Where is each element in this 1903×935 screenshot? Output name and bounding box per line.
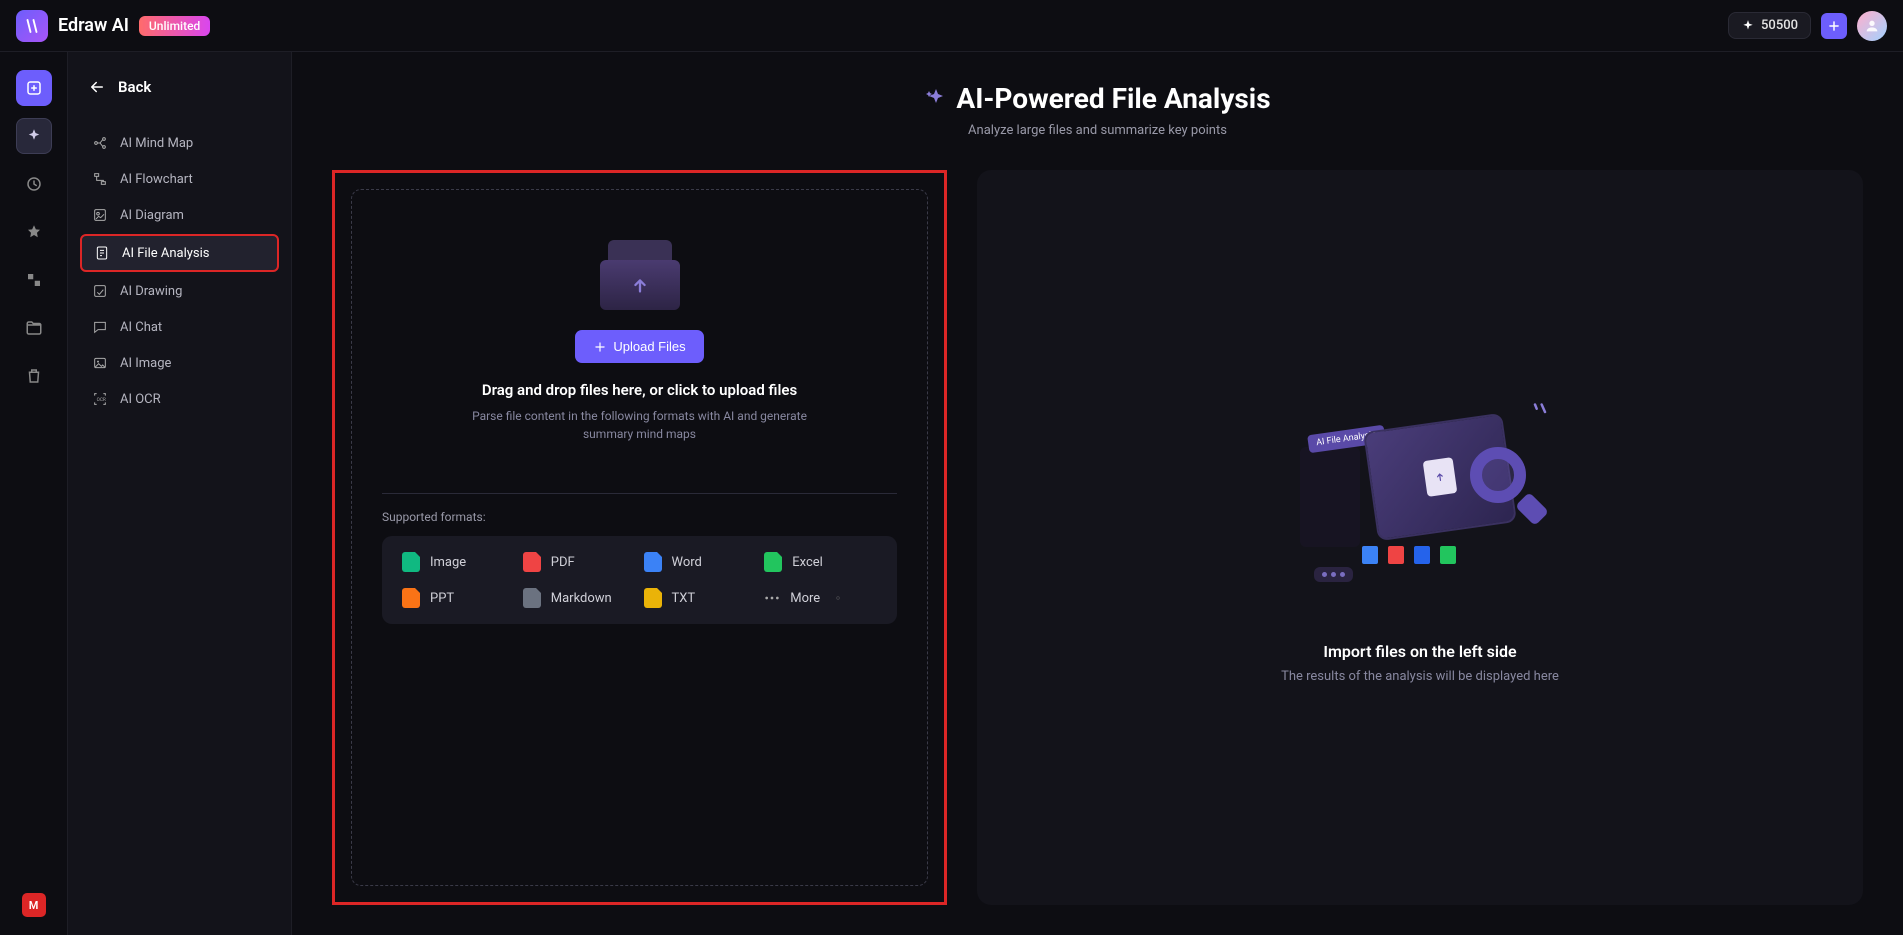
back-label: Back xyxy=(118,78,151,96)
rail-shapes[interactable] xyxy=(16,262,52,298)
plus-icon xyxy=(1827,19,1841,33)
mindmap-icon xyxy=(92,135,108,151)
upload-button-label: Upload Files xyxy=(613,339,685,354)
shapes-icon xyxy=(25,271,43,289)
format-ppt: PPT xyxy=(402,588,515,608)
sparkle-icon xyxy=(924,87,948,111)
divider xyxy=(382,493,897,494)
image-icon xyxy=(92,355,108,371)
pdf-file-icon xyxy=(523,552,541,572)
sidebar-item-chat[interactable]: AI Chat xyxy=(80,310,279,344)
sidebar-item-mindmap[interactable]: AI Mind Map xyxy=(80,126,279,160)
flowchart-icon xyxy=(92,171,108,187)
drop-description: Parse file content in the following form… xyxy=(450,407,830,443)
rail-ai[interactable] xyxy=(16,118,52,154)
more-icon xyxy=(764,596,780,600)
rail-recent[interactable] xyxy=(16,166,52,202)
ppt-file-icon xyxy=(402,588,420,608)
word-file-icon xyxy=(644,552,662,572)
trash-icon xyxy=(25,367,43,385)
app-logo[interactable] xyxy=(16,10,48,42)
rail-bottom-badge[interactable]: M xyxy=(22,893,46,917)
drop-title: Drag and drop files here, or click to up… xyxy=(482,381,797,399)
topbar-right: 50500 xyxy=(1728,11,1887,41)
folder-illustration xyxy=(600,240,680,310)
sidebar-item-label: AI Flowchart xyxy=(120,172,193,187)
plan-badge: Unlimited xyxy=(139,16,210,36)
star-icon xyxy=(25,223,43,241)
plus-icon xyxy=(593,340,607,354)
sidebar: Back AI Mind Map AI Flowchart AI Diagram… xyxy=(68,52,292,935)
sidebar-item-ocr[interactable]: OCR AI OCR xyxy=(80,382,279,416)
diagram-icon xyxy=(92,207,108,223)
excel-file-icon xyxy=(764,552,782,572)
format-excel: Excel xyxy=(764,552,877,572)
topbar-left: Edraw AI Unlimited xyxy=(16,10,210,42)
back-button[interactable]: Back xyxy=(80,72,279,102)
rail-trash[interactable] xyxy=(16,358,52,394)
formats-label: Supported formats: xyxy=(382,510,486,524)
sparkle-icon xyxy=(25,127,43,145)
credits-value: 50500 xyxy=(1761,18,1798,33)
upload-arrow-icon xyxy=(1432,469,1448,485)
format-image: Image xyxy=(402,552,515,572)
sparkle-icon xyxy=(1530,402,1550,422)
format-markdown: Markdown xyxy=(523,588,636,608)
results-panel: AI File Analysis xyxy=(977,170,1863,905)
ocr-icon: OCR xyxy=(92,391,108,407)
page-title: AI-Powered File Analysis xyxy=(924,82,1270,115)
sidebar-item-image[interactable]: AI Image xyxy=(80,346,279,380)
clock-icon xyxy=(25,175,43,193)
credits-pill[interactable]: 50500 xyxy=(1728,12,1811,39)
formats-grid: Image PDF Word Excel PPT Markdown TXT Mo… xyxy=(382,536,897,624)
results-description: The results of the analysis will be disp… xyxy=(1281,669,1559,684)
page-header: AI-Powered File Analysis Analyze large f… xyxy=(332,82,1863,138)
add-button[interactable] xyxy=(1821,13,1847,39)
rail-create[interactable] xyxy=(16,70,52,106)
txt-file-icon xyxy=(644,588,662,608)
nav-rail: M xyxy=(0,52,68,935)
chat-icon xyxy=(92,319,108,335)
dropzone[interactable]: Upload Files Drag and drop files here, o… xyxy=(351,189,928,886)
arrow-left-icon xyxy=(88,78,106,96)
markdown-file-icon xyxy=(523,588,541,608)
upload-arrow-icon xyxy=(629,274,651,296)
sidebar-item-label: AI Diagram xyxy=(120,208,184,223)
user-icon xyxy=(1864,18,1880,34)
rail-archive[interactable] xyxy=(16,310,52,346)
topbar: Edraw AI Unlimited 50500 xyxy=(0,0,1903,52)
avatar[interactable] xyxy=(1857,11,1887,41)
image-file-icon xyxy=(402,552,420,572)
sidebar-item-label: AI Image xyxy=(120,356,171,371)
sidebar-item-file-analysis[interactable]: AI File Analysis xyxy=(80,234,279,272)
format-pdf: PDF xyxy=(523,552,636,572)
create-icon xyxy=(25,79,43,97)
sparkle-icon xyxy=(1741,19,1755,33)
sidebar-item-label: AI Drawing xyxy=(120,284,182,299)
format-more[interactable]: More xyxy=(764,588,877,608)
results-title: Import files on the left side xyxy=(1323,642,1516,661)
brand-name: Edraw AI xyxy=(58,15,129,36)
rail-favorites[interactable] xyxy=(16,214,52,250)
sidebar-item-label: AI File Analysis xyxy=(122,246,210,261)
format-word: Word xyxy=(644,552,757,572)
sidebar-item-label: AI Mind Map xyxy=(120,136,193,151)
sidebar-item-drawing[interactable]: AI Drawing xyxy=(80,274,279,308)
sidebar-item-diagram[interactable]: AI Diagram xyxy=(80,198,279,232)
drawing-icon xyxy=(92,283,108,299)
upload-panel: Upload Files Drag and drop files here, o… xyxy=(332,170,947,905)
format-txt: TXT xyxy=(644,588,757,608)
sidebar-item-label: AI Chat xyxy=(120,320,162,335)
sidebar-item-flowchart[interactable]: AI Flowchart xyxy=(80,162,279,196)
folder-icon xyxy=(25,319,43,337)
file-analysis-icon xyxy=(94,245,110,261)
results-illustration: AI File Analysis xyxy=(1290,392,1550,612)
svg-text:OCR: OCR xyxy=(97,397,106,403)
sidebar-item-label: AI OCR xyxy=(120,392,161,407)
info-icon xyxy=(830,596,846,600)
page-subtitle: Analyze large files and summarize key po… xyxy=(332,123,1863,138)
content-area: AI-Powered File Analysis Analyze large f… xyxy=(292,52,1903,935)
upload-files-button[interactable]: Upload Files xyxy=(575,330,703,363)
